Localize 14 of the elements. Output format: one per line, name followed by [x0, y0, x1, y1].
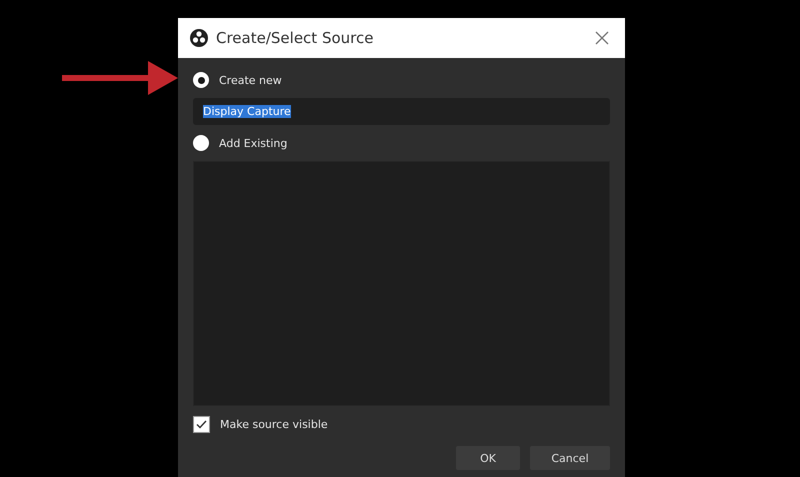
- ok-button[interactable]: OK: [456, 446, 520, 470]
- radio-label: Create new: [219, 74, 282, 86]
- radio-button[interactable]: [193, 72, 209, 88]
- cancel-button[interactable]: Cancel: [530, 446, 610, 470]
- radio-label: Add Existing: [219, 136, 288, 150]
- arrow-icon: [62, 58, 178, 98]
- checkbox-label: Make source visible: [220, 418, 328, 430]
- window-title: Create/Select Source: [216, 29, 374, 47]
- checkbox[interactable]: [193, 416, 210, 432]
- checkmark-icon: [196, 420, 207, 428]
- close-icon: [595, 31, 609, 45]
- radio-button[interactable]: [193, 135, 209, 151]
- name-input-field[interactable]: Display Capture: [193, 98, 610, 125]
- logo-icon: [190, 29, 208, 47]
